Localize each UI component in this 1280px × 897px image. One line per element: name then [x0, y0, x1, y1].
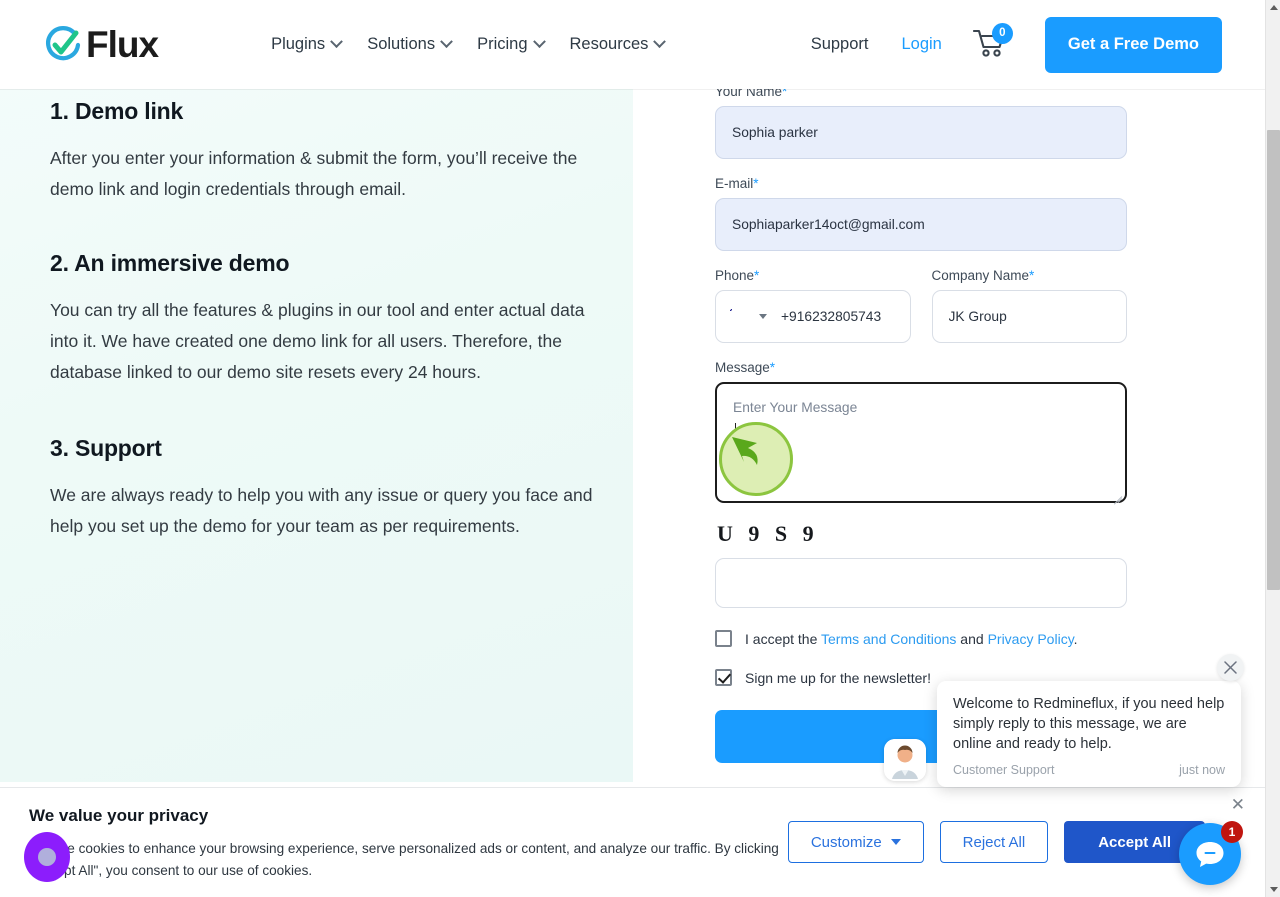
close-icon — [1224, 661, 1237, 674]
cart-count-badge: 0 — [991, 22, 1013, 44]
chevron-down-icon — [890, 839, 901, 845]
chat-unread-badge: 1 — [1221, 821, 1243, 843]
newsletter-checkbox[interactable] — [715, 669, 732, 686]
chat-launcher-button[interactable]: 1 — [1179, 821, 1243, 885]
get-free-demo-button[interactable]: Get a Free Demo — [1044, 16, 1222, 73]
demo-info-column: 1. Demo link After you enter your inform… — [50, 98, 610, 542]
cookie-consent-banner: We value your privacy We use cookies to … — [0, 787, 1265, 897]
captcha-input[interactable] — [715, 558, 1127, 608]
chat-timestamp: just now — [1179, 763, 1225, 777]
company-label: Company Name* — [931, 268, 1035, 283]
cookie-banner-text: We use cookies to enhance your browsing … — [29, 841, 779, 878]
message-label: Message* — [715, 360, 776, 375]
chat-message-meta: Customer Support just now — [953, 763, 1225, 777]
chat-sender-name: Customer Support — [953, 763, 1055, 777]
support-agent-avatar-icon — [884, 739, 926, 781]
section-2-heading: 2. An immersive demo — [50, 250, 290, 276]
reject-all-cookies-button[interactable]: Reject All — [939, 821, 1049, 863]
terms-checkbox[interactable] — [715, 630, 732, 647]
section-2-body: You can try all the features & plugins i… — [50, 300, 585, 382]
header-actions: Support Login 0 Get a Free Demo — [811, 16, 1222, 73]
site-header: Flux Plugins Solutions Pricing Resources… — [0, 0, 1265, 89]
newsletter-label: Sign me up for the newsletter! — [745, 669, 931, 686]
name-input[interactable] — [715, 106, 1127, 159]
logo-text: Flux — [86, 24, 159, 65]
page-root: 1. Demo link After you enter your inform… — [0, 0, 1280, 897]
phone-value: +916232805743 — [781, 309, 882, 324]
section-1-body: After you enter your information & submi… — [50, 148, 578, 199]
support-link[interactable]: Support — [811, 35, 869, 54]
chevron-down-icon — [653, 35, 667, 49]
main-navigation: Plugins Solutions Pricing Resources — [271, 35, 667, 54]
captcha-group: U 9 S 9 — [715, 521, 1127, 608]
scroll-up-arrow-icon[interactable] — [1266, 0, 1280, 15]
section-3-heading: 3. Support — [50, 435, 162, 461]
phone-company-row: Phone* +916232805743 Company Name* JK Gr… — [715, 268, 1127, 343]
phone-field-group: Phone* +916232805743 — [715, 268, 911, 343]
flux-check-circle-logo-icon — [42, 24, 84, 66]
phone-input[interactable]: +916232805743 — [715, 290, 911, 343]
chevron-down-icon — [330, 35, 344, 49]
privacy-link[interactable]: Privacy Policy — [988, 631, 1074, 647]
chevron-down-icon — [532, 35, 546, 49]
nav-item-pricing[interactable]: Pricing — [477, 35, 546, 54]
page-scrollbar[interactable] — [1265, 0, 1280, 897]
demo-request-form-wrapper: Your Name* E-mail* Phone* — [633, 0, 1265, 782]
nav-item-plugins[interactable]: Plugins — [271, 35, 344, 54]
cookie-banner-actions: Customize Reject All Accept All — [787, 821, 1205, 863]
nav-item-resources[interactable]: Resources — [570, 35, 667, 54]
country-dropdown-caret-icon[interactable] — [759, 314, 767, 319]
chat-popup-close-button[interactable] — [1217, 654, 1244, 681]
section-3-body: We are always ready to help you with any… — [50, 485, 593, 536]
terms-link[interactable]: Terms and Conditions — [821, 631, 956, 647]
chat-message-text: Welcome to Redmineflux, if you need help… — [953, 696, 1225, 752]
message-field-group: Message* Enter Your Message — [715, 360, 1127, 505]
email-field-group: E-mail* — [715, 176, 1127, 251]
terms-row: I accept the Terms and Conditions and Pr… — [715, 630, 1127, 647]
customize-cookies-button[interactable]: Customize — [787, 821, 924, 863]
resize-handle-icon[interactable] — [1111, 487, 1123, 505]
cart-button[interactable]: 0 — [972, 22, 1013, 62]
scrollbar-thumb[interactable] — [1267, 130, 1280, 590]
section-1-heading: 1. Demo link — [50, 98, 184, 124]
india-flag-icon — [730, 309, 752, 324]
chevron-down-icon — [440, 35, 453, 49]
secondary-cursor-highlight — [24, 832, 70, 882]
demo-request-form: Your Name* E-mail* Phone* — [715, 84, 1127, 768]
scroll-down-arrow-icon[interactable] — [1266, 882, 1280, 897]
captcha-text: U 9 S 9 — [717, 521, 819, 546]
chat-message-popup: Welcome to Redmineflux, if you need help… — [937, 681, 1241, 787]
chat-bubble-icon — [1196, 842, 1224, 867]
phone-label: Phone* — [715, 268, 760, 283]
login-link[interactable]: Login — [901, 35, 941, 54]
name-field-group: Your Name* — [715, 84, 1127, 159]
message-placeholder: Enter Your Message — [733, 400, 858, 415]
company-input[interactable] — [931, 290, 1127, 343]
cookie-banner-close-button[interactable]: ✕ — [1231, 796, 1245, 813]
company-field-group: Company Name* — [931, 268, 1127, 343]
message-textarea[interactable]: Enter Your Message — [715, 382, 1127, 505]
site-logo[interactable]: Flux — [42, 24, 159, 66]
text-caret — [735, 423, 736, 439]
cookie-banner-title: We value your privacy — [29, 806, 209, 825]
email-label: E-mail* — [715, 176, 759, 191]
email-input[interactable] — [715, 198, 1127, 251]
chat-agent-avatar — [884, 739, 926, 781]
nav-item-solutions[interactable]: Solutions — [367, 35, 453, 54]
terms-label: I accept the Terms and Conditions and Pr… — [745, 630, 1078, 647]
